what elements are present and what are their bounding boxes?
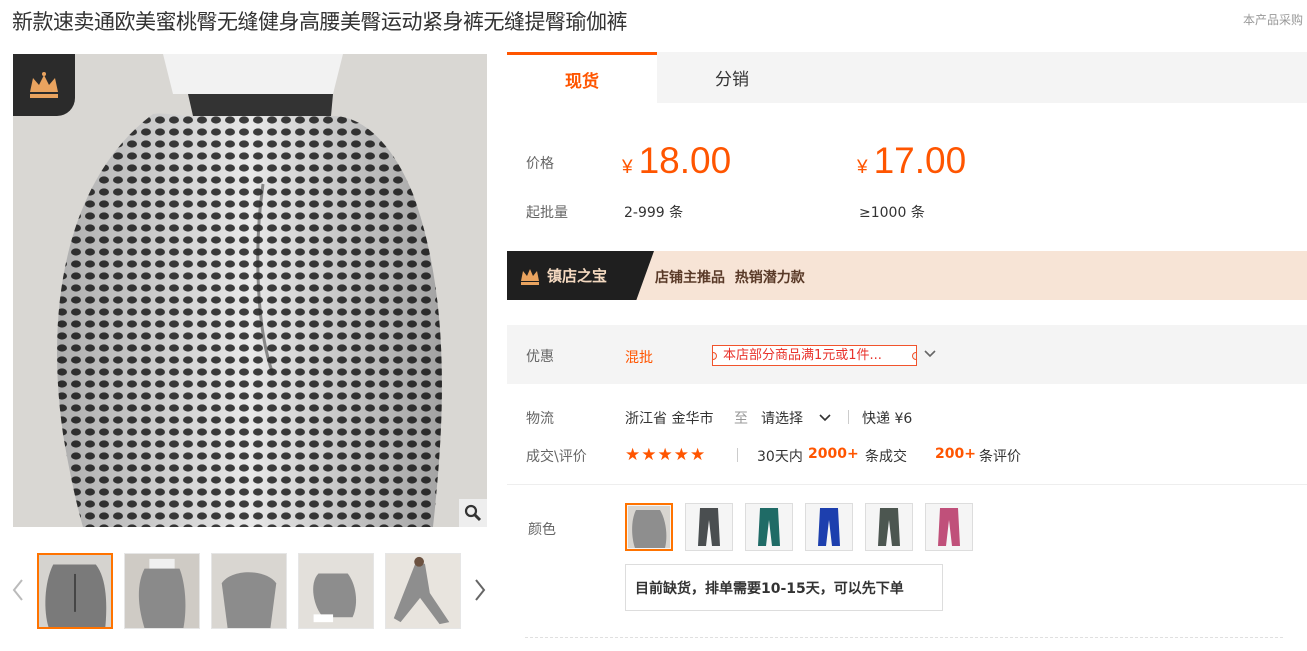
product-title: 新款速卖通欧美蜜桃臀无缝健身高腰美臀运动紧身裤无缝提臀瑜伽裤 [12, 10, 628, 34]
swatch-dark-grey[interactable] [685, 503, 733, 551]
moq-tier-1: 2-999 条 [624, 202, 683, 222]
tab-spot[interactable]: 现货 [507, 52, 657, 103]
logistics-label: 物流 [526, 411, 554, 427]
moq-range: 2-999 [624, 205, 665, 221]
price-value: 17.00 [873, 140, 967, 181]
currency-symbol: ¥ [857, 157, 868, 178]
reviews-label: 成交\评价 [526, 449, 587, 465]
price-value: 18.00 [638, 140, 732, 181]
color-swatches [625, 503, 973, 551]
chevron-down-icon[interactable] [818, 410, 832, 429]
divider [737, 448, 738, 462]
swatch-olive-grey[interactable] [865, 503, 913, 551]
swatch-teal[interactable] [745, 503, 793, 551]
price-tier-2: ¥17.00 [857, 140, 966, 182]
main-product-image[interactable] [13, 54, 487, 527]
chevron-right-icon[interactable] [473, 575, 487, 605]
currency-symbol: ¥ [622, 157, 633, 178]
color-label: 颜色 [528, 522, 556, 538]
magnifier-icon[interactable] [459, 499, 487, 527]
coupon-tag[interactable]: 本店部分商品满1元或1件... [712, 345, 917, 366]
thumbnail-4[interactable] [298, 553, 374, 629]
tab-distribution[interactable]: 分销 [657, 52, 807, 103]
swatch-rose[interactable] [925, 503, 973, 551]
moq-unit: 条 [910, 205, 925, 221]
deals-count[interactable]: 2000+ [808, 446, 859, 462]
logistics-to: 至 [734, 411, 748, 427]
thumbnail-3[interactable] [211, 553, 287, 629]
promotion-label: 优惠 [526, 349, 554, 365]
section-divider [507, 484, 1307, 485]
treasure-badge-label: 镇店之宝 [547, 267, 608, 285]
stock-note: 目前缺货，排单需要10-15天，可以先下单 [625, 564, 943, 611]
chevron-down-icon[interactable] [923, 346, 937, 365]
crown-icon [521, 268, 539, 285]
promotion-row: 优惠 混批 本店部分商品满1元或1件... [507, 325, 1307, 384]
thumbnail-strip [37, 553, 461, 629]
section-divider [525, 637, 1283, 638]
thumbnail-5[interactable] [385, 553, 461, 629]
treasure-badge: 镇店之宝 [507, 251, 654, 300]
deals-days: 30天内 [757, 449, 803, 465]
promotion-type[interactable]: 混批 [625, 347, 653, 367]
leggings-photo [13, 54, 487, 527]
thumbnail-1[interactable] [37, 553, 113, 629]
price-label: 价格 [526, 156, 554, 172]
moq-unit: 条 [669, 205, 684, 221]
chevron-left-icon[interactable] [11, 575, 25, 605]
swatch-grey[interactable] [625, 503, 673, 551]
deals-suffix: 条成交 [865, 449, 907, 465]
crown-icon [13, 54, 75, 116]
rating-stars: ★★★★★ [625, 445, 707, 465]
side-note: 本产品采购 [1243, 13, 1304, 27]
price-tier-1: ¥18.00 [622, 140, 731, 182]
thumbnail-2[interactable] [124, 553, 200, 629]
moq-tier-2: ≥1000 条 [859, 202, 925, 222]
tab-bar: 现货 分销 [507, 52, 1307, 103]
moq-label: 起批量 [526, 205, 568, 221]
treasure-tags: 店铺主推品 热销潜力款 [655, 270, 805, 286]
store-treasure-banner: 镇店之宝 店铺主推品 热销潜力款 [507, 251, 1307, 300]
review-suffix: 条评价 [979, 449, 1021, 465]
review-count[interactable]: 200+ [935, 446, 976, 462]
destination-select[interactable]: 请选择 [761, 408, 803, 428]
swatch-blue[interactable] [805, 503, 853, 551]
shipping-fee: 快递 ¥6 [862, 411, 913, 427]
divider [848, 410, 849, 424]
logistics-origin: 浙江省 金华市 [625, 411, 714, 427]
moq-range: ≥1000 [859, 205, 907, 221]
